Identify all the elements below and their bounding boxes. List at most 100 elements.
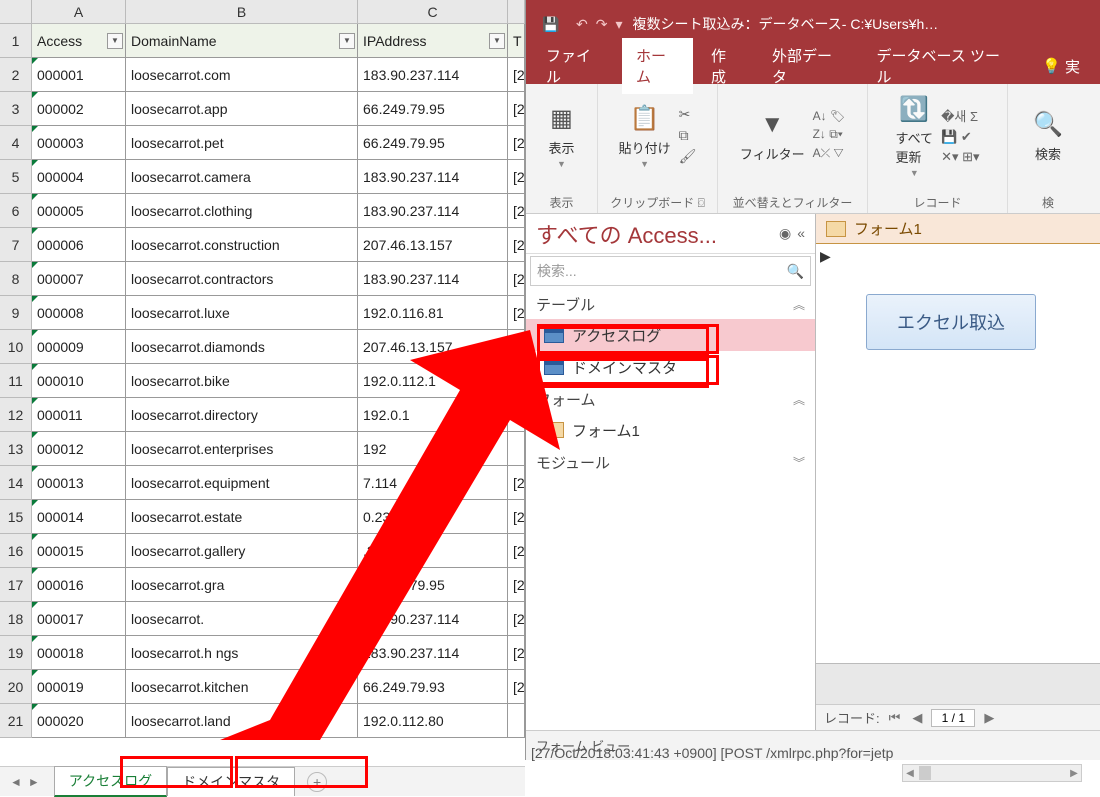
save-icon[interactable]: 💾 bbox=[536, 9, 566, 39]
cell[interactable]: loosecarrot.contractors bbox=[126, 262, 358, 296]
new-record-icon[interactable]: �새 Σ bbox=[941, 106, 979, 125]
cell[interactable]: 183.90.237.114 bbox=[358, 194, 508, 228]
copy-icon[interactable]: ⧉ bbox=[679, 127, 697, 144]
horizontal-scrollbar[interactable]: ◀ ▶ bbox=[902, 764, 1082, 782]
row-number[interactable]: 5 bbox=[0, 160, 32, 194]
cell[interactable]: 000014 bbox=[32, 500, 126, 534]
filter-dropdown-icon[interactable]: ▼ bbox=[339, 33, 355, 49]
row-number[interactable]: 3 bbox=[0, 92, 32, 126]
cell[interactable]: loosecarrot.camera bbox=[126, 160, 358, 194]
row-number[interactable]: 20 bbox=[0, 670, 32, 704]
cell[interactable]: 7.114 bbox=[358, 466, 508, 500]
cell[interactable]: 000017 bbox=[32, 602, 126, 636]
sort-desc-icon[interactable]: Z↓ ⧉▾ bbox=[813, 127, 846, 142]
cell[interactable]: .249.79.95 bbox=[358, 534, 508, 568]
column-header-b[interactable]: B bbox=[126, 0, 358, 23]
cell[interactable]: 192 bbox=[358, 432, 508, 466]
cell[interactable]: 000019 bbox=[32, 670, 126, 704]
cell[interactable]: loosecarrot.com bbox=[126, 58, 358, 92]
column-header-c[interactable]: C bbox=[358, 0, 508, 23]
cell[interactable]: [2 bbox=[508, 160, 525, 194]
row-number[interactable]: 10 bbox=[0, 330, 32, 364]
cell[interactable]: loosecarrot.pet bbox=[126, 126, 358, 160]
nav-search-input[interactable]: 検索... 🔍 bbox=[530, 256, 811, 286]
cell[interactable]: loosecarrot.gallery bbox=[126, 534, 358, 568]
table-row[interactable]: 18 000017 loosecarrot. 183.90.237.114 [2 bbox=[0, 602, 525, 636]
refresh-all-button[interactable]: 🔃すべて 更新▼ bbox=[895, 92, 933, 178]
cell[interactable]: 000002 bbox=[32, 92, 126, 126]
cell[interactable]: 000012 bbox=[32, 432, 126, 466]
cell[interactable]: loosecarrot.kitchen bbox=[126, 670, 358, 704]
cell[interactable] bbox=[508, 704, 525, 738]
column-header-d[interactable] bbox=[508, 0, 525, 23]
save-record-icon[interactable]: 💾 ✔ bbox=[941, 129, 979, 145]
cell[interactable]: 000018 bbox=[32, 636, 126, 670]
collapse-icon[interactable]: « bbox=[797, 225, 805, 242]
table-row[interactable]: 19 000018 loosecarrot.h ngs 183.90.237.1… bbox=[0, 636, 525, 670]
cell[interactable]: loosecarrot.gra bbox=[126, 568, 358, 602]
select-all-corner[interactable] bbox=[0, 0, 32, 23]
row-number[interactable]: 15 bbox=[0, 500, 32, 534]
cell[interactable]: 000008 bbox=[32, 296, 126, 330]
nav-section-modules[interactable]: モジュール︾ bbox=[526, 446, 815, 477]
next-record-icon[interactable]: ▶ bbox=[981, 710, 997, 726]
table-row[interactable]: 15 000014 loosecarrot.estate 0.237.114 [… bbox=[0, 500, 525, 534]
cell[interactable]: 000004 bbox=[32, 160, 126, 194]
table-row[interactable]: 6 000005 loosecarrot.clothing 183.90.237… bbox=[0, 194, 525, 228]
cell[interactable]: [2 bbox=[508, 670, 525, 704]
row-number[interactable]: 12 bbox=[0, 398, 32, 432]
cell[interactable]: 66.249.79.93 bbox=[358, 670, 508, 704]
cell[interactable]: loosecarrot.clothing bbox=[126, 194, 358, 228]
remove-sort-icon[interactable]: A⤫ ▽ bbox=[813, 146, 846, 161]
cell[interactable]: loosecarrot.equipment bbox=[126, 466, 358, 500]
cell[interactable]: 207.46.13.157 bbox=[358, 228, 508, 262]
paste-button[interactable]: 📋貼り付け▼ bbox=[619, 102, 671, 169]
nav-pane-header[interactable]: すべての Access... ◉« bbox=[526, 214, 815, 254]
cell[interactable]: loosecarrot.luxe bbox=[126, 296, 358, 330]
cell[interactable]: 183.90.237.114 bbox=[358, 262, 508, 296]
cell[interactable]: 000001 bbox=[32, 58, 126, 92]
cell[interactable]: 66.249.79.95 bbox=[358, 568, 508, 602]
cell[interactable]: [2 bbox=[508, 364, 525, 398]
cell[interactable]: [2 bbox=[508, 330, 525, 364]
cell[interactable]: 183.90.237.114 bbox=[358, 602, 508, 636]
cell[interactable]: loosecarrot.directory bbox=[126, 398, 358, 432]
cell[interactable]: 192.0.116.81 bbox=[358, 296, 508, 330]
row-number[interactable]: 6 bbox=[0, 194, 32, 228]
undo-icon[interactable]: ↶ bbox=[576, 16, 588, 33]
nav-item-form1[interactable]: フォーム1 bbox=[526, 414, 815, 446]
cell[interactable]: 000009 bbox=[32, 330, 126, 364]
cell[interactable]: [2 bbox=[508, 228, 525, 262]
row-number[interactable]: 2 bbox=[0, 58, 32, 92]
row-number[interactable]: 7 bbox=[0, 228, 32, 262]
cell[interactable]: 000015 bbox=[32, 534, 126, 568]
table-row[interactable]: 21 000020 loosecarrot.land 192.0.112.80 bbox=[0, 704, 525, 738]
cell[interactable]: 207.46.13.157 bbox=[358, 330, 508, 364]
cell[interactable]: 0.237.114 bbox=[358, 500, 508, 534]
header-cell[interactable]: DomainName▼ bbox=[126, 24, 358, 58]
row-number[interactable]: 4 bbox=[0, 126, 32, 160]
row-number[interactable]: 13 bbox=[0, 432, 32, 466]
view-button[interactable]: ▦表示▼ bbox=[545, 102, 579, 169]
cell[interactable]: loosecarrot.bike bbox=[126, 364, 358, 398]
cell[interactable]: 000005 bbox=[32, 194, 126, 228]
cell[interactable]: loosecarrot. bbox=[126, 602, 358, 636]
cell[interactable]: 000011 bbox=[32, 398, 126, 432]
row-number[interactable]: 21 bbox=[0, 704, 32, 738]
delete-record-icon[interactable]: ✕▾ ⊞▾ bbox=[941, 149, 979, 165]
table-row[interactable]: 3 000002 loosecarrot.app 66.249.79.95 [2 bbox=[0, 92, 525, 126]
cell[interactable]: loosecarrot.estate bbox=[126, 500, 358, 534]
table-row[interactable]: 20 000019 loosecarrot.kitchen 66.249.79.… bbox=[0, 670, 525, 704]
cell[interactable]: [2 bbox=[508, 262, 525, 296]
filter-button[interactable]: ▼フィルター bbox=[740, 108, 805, 163]
cell[interactable]: [2 bbox=[508, 296, 525, 330]
cell[interactable]: loosecarrot.diamonds bbox=[126, 330, 358, 364]
table-row[interactable]: 10 000009 loosecarrot.diamonds 207.46.13… bbox=[0, 330, 525, 364]
cut-icon[interactable]: ✂ bbox=[679, 106, 697, 123]
redo-icon[interactable]: ↷ bbox=[596, 16, 608, 33]
tab-tell-me[interactable]: 💡実 bbox=[1028, 49, 1094, 84]
cell[interactable] bbox=[508, 398, 525, 432]
cell[interactable]: [2 bbox=[508, 92, 525, 126]
cell[interactable]: 66.249.79.95 bbox=[358, 92, 508, 126]
dropdown-icon[interactable]: ◉ bbox=[779, 225, 791, 242]
